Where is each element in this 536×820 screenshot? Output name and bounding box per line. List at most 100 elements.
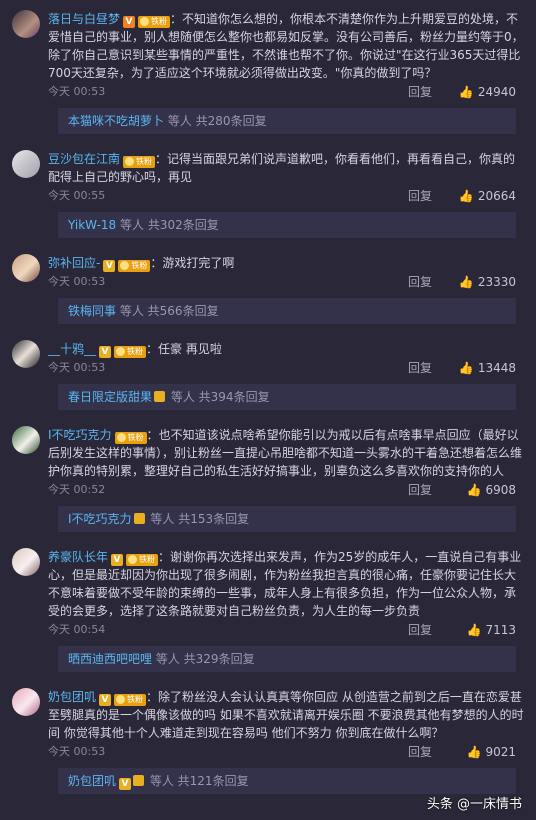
reply-button[interactable]: 回复 bbox=[408, 742, 432, 762]
comment-item: 豆沙包在江南 铁粉 ：记得当面跟兄弟们说声道歉吧，你看看他们，再看看自己，你真的配得… bbox=[0, 140, 536, 244]
reply-button[interactable]: 回复 bbox=[408, 82, 432, 102]
like-count: 24940 bbox=[477, 85, 516, 99]
comment-text: 游戏打完了啊 bbox=[162, 256, 235, 270]
timestamp: 今天 00:53 bbox=[48, 745, 106, 758]
reply-button[interactable]: 回复 bbox=[408, 186, 432, 206]
thumbs-up-icon: 👍 bbox=[458, 189, 474, 203]
fan-badge-icon: 铁粉 bbox=[138, 16, 171, 28]
fan-badge-icon: 铁粉 bbox=[114, 346, 147, 358]
reply-username[interactable]: 晒西迪西吧吧哩 bbox=[68, 652, 152, 666]
avatar[interactable] bbox=[12, 10, 40, 38]
comment-meta: 今天 00:53 回复 👍 24940 bbox=[48, 82, 524, 102]
thumbs-up-icon: 👍 bbox=[466, 623, 482, 637]
timestamp: 今天 00:53 bbox=[48, 361, 106, 374]
avatar[interactable] bbox=[12, 426, 40, 454]
comment-item: __十鸦__ V 铁粉 ：任豪 再见啦 今天 00:53 回复 👍 13448 春日限定… bbox=[0, 330, 536, 416]
comment-body: __十鸦__ V 铁粉 ：任豪 再见啦 bbox=[48, 342, 222, 358]
comment-body: 养豪队长年 V 铁粉 ：谢谢你再次选择出来发声，作为25岁的成年人，一直说自己有事业心… bbox=[48, 550, 522, 618]
replies-summary[interactable]: 铁梅同事 等人 共566条回复 bbox=[58, 298, 516, 324]
username[interactable]: 落日与白昼梦 bbox=[48, 12, 120, 26]
comment-body: I不吃巧克力 铁粉 ：也不知道该说点啥希望你能引以为戒以后有点啥事早点回应（最好以后… bbox=[48, 428, 523, 478]
like-button[interactable]: 👍 23330 bbox=[459, 272, 516, 292]
reply-username[interactable]: 春日限定版甜果 bbox=[68, 390, 152, 404]
comment-meta: 今天 00:53 回复 👍 9021 bbox=[48, 742, 524, 762]
comment-meta: 今天 00:53 回复 👍 23330 bbox=[48, 272, 524, 292]
like-button[interactable]: 👍 24940 bbox=[459, 82, 516, 102]
fan-badge-icon bbox=[133, 775, 145, 786]
reply-button[interactable]: 回复 bbox=[408, 480, 432, 500]
comment-body: 奶包团叽 V 铁粉 ：除了粉丝没人会认认真真等你回应 从创造营之前到之后一直在恋爱甚至… bbox=[48, 690, 524, 740]
comment-item: 养豪队长年 V 铁粉 ：谢谢你再次选择出来发声，作为25岁的成年人，一直说自己有事业心… bbox=[0, 538, 536, 678]
timestamp: 今天 00:54 bbox=[48, 623, 106, 636]
replies-summary[interactable]: 春日限定版甜果 等人 共394条回复 bbox=[58, 384, 516, 410]
thumbs-up-icon: 👍 bbox=[458, 361, 474, 375]
username[interactable]: 弥补回应- bbox=[48, 256, 100, 270]
fan-badge-icon bbox=[154, 391, 166, 402]
comment-item: I不吃巧克力 铁粉 ：也不知道该说点啥希望你能引以为戒以后有点啥事早点回应（最好以后… bbox=[0, 416, 536, 538]
thumbs-up-icon: 👍 bbox=[458, 85, 474, 99]
reply-username[interactable]: I不吃巧克力 bbox=[68, 512, 132, 526]
fan-badge-icon bbox=[133, 513, 145, 524]
comment-body: 落日与白昼梦 V 铁粉 ：不知道你怎么想的，你根本不清楚你作为上升期爱豆的处境，不爱惜… bbox=[48, 12, 524, 80]
comment-meta: 今天 00:54 回复 👍 7113 bbox=[48, 620, 524, 640]
reply-button[interactable]: 回复 bbox=[408, 358, 432, 378]
replies-summary[interactable]: 本猫咪不吃胡萝卜 等人 共280条回复 bbox=[58, 108, 516, 134]
username[interactable]: 豆沙包在江南 bbox=[48, 152, 120, 166]
reply-button[interactable]: 回复 bbox=[408, 272, 432, 292]
reply-username[interactable]: YikW-18 bbox=[68, 218, 116, 232]
fan-badge-icon: 铁粉 bbox=[114, 432, 147, 444]
comment-item: 落日与白昼梦 V 铁粉 ：不知道你怎么想的，你根本不清楚你作为上升期爱豆的处境，不爱惜… bbox=[0, 0, 536, 140]
verified-icon: V bbox=[119, 778, 132, 790]
reply-username[interactable]: 本猫咪不吃胡萝卜 bbox=[68, 114, 164, 128]
reply-count: 等人 共121条回复 bbox=[149, 774, 249, 788]
like-count: 23330 bbox=[477, 275, 516, 289]
reply-count: 等人 共329条回复 bbox=[155, 652, 255, 666]
verified-icon: V bbox=[123, 16, 136, 28]
timestamp: 今天 00:53 bbox=[48, 275, 106, 288]
avatar[interactable] bbox=[12, 150, 40, 178]
avatar[interactable] bbox=[12, 548, 40, 576]
avatar[interactable] bbox=[12, 340, 40, 368]
username[interactable]: 养豪队长年 bbox=[48, 550, 108, 564]
like-button[interactable]: 👍 13448 bbox=[459, 358, 516, 378]
comment-item: 弥补回应- V 铁粉 ：游戏打完了啊 今天 00:53 回复 👍 23330 铁梅同事 … bbox=[0, 244, 536, 330]
timestamp: 今天 00:53 bbox=[48, 85, 106, 98]
comment-text: 任豪 再见啦 bbox=[158, 342, 222, 356]
username[interactable]: I不吃巧克力 bbox=[48, 428, 112, 442]
reply-username[interactable]: 铁梅同事 bbox=[68, 304, 116, 318]
like-button[interactable]: 👍 6908 bbox=[467, 480, 517, 500]
reply-count: 等人 共302条回复 bbox=[120, 218, 219, 232]
reply-count: 等人 共153条回复 bbox=[150, 512, 250, 526]
thumbs-up-icon: 👍 bbox=[458, 275, 474, 289]
reply-count: 等人 共280条回复 bbox=[167, 114, 267, 128]
comment-meta: 今天 00:55 回复 👍 20664 bbox=[48, 186, 524, 206]
username[interactable]: __十鸦__ bbox=[48, 342, 96, 356]
comment-body: 豆沙包在江南 铁粉 ：记得当面跟兄弟们说声道歉吧，你看看他们，再看看自己，你真的配得… bbox=[48, 152, 516, 184]
avatar[interactable] bbox=[12, 688, 40, 716]
fan-badge-icon: 铁粉 bbox=[123, 156, 156, 168]
like-button[interactable]: 👍 20664 bbox=[459, 186, 516, 206]
replies-summary[interactable]: 奶包团叽 V 等人 共121条回复 bbox=[58, 768, 516, 794]
verified-icon: V bbox=[111, 554, 124, 566]
replies-summary[interactable]: 晒西迪西吧吧哩 等人 共329条回复 bbox=[58, 646, 516, 672]
like-count: 7113 bbox=[485, 623, 516, 637]
comment-body: 弥补回应- V 铁粉 ：游戏打完了啊 bbox=[48, 256, 235, 272]
reply-button[interactable]: 回复 bbox=[408, 620, 432, 640]
like-count: 6908 bbox=[485, 483, 516, 497]
watermark: 头条 @一床情书 bbox=[426, 797, 522, 812]
reply-username[interactable]: 奶包团叽 bbox=[68, 774, 116, 788]
like-button[interactable]: 👍 9021 bbox=[467, 742, 517, 762]
replies-summary[interactable]: YikW-18 等人 共302条回复 bbox=[58, 212, 516, 238]
like-count: 20664 bbox=[477, 189, 516, 203]
fan-badge-icon: 铁粉 bbox=[126, 554, 159, 566]
comment-meta: 今天 00:52 回复 👍 6908 bbox=[48, 480, 524, 500]
reply-count: 等人 共394条回复 bbox=[170, 390, 270, 404]
reply-count: 等人 共566条回复 bbox=[119, 304, 219, 318]
like-button[interactable]: 👍 7113 bbox=[467, 620, 517, 640]
replies-summary[interactable]: I不吃巧克力 等人 共153条回复 bbox=[58, 506, 516, 532]
verified-icon: V bbox=[99, 346, 112, 358]
fan-badge-icon: 铁粉 bbox=[114, 694, 147, 706]
fan-badge-icon: 铁粉 bbox=[118, 260, 151, 272]
username[interactable]: 奶包团叽 bbox=[48, 690, 96, 704]
avatar[interactable] bbox=[12, 254, 40, 282]
